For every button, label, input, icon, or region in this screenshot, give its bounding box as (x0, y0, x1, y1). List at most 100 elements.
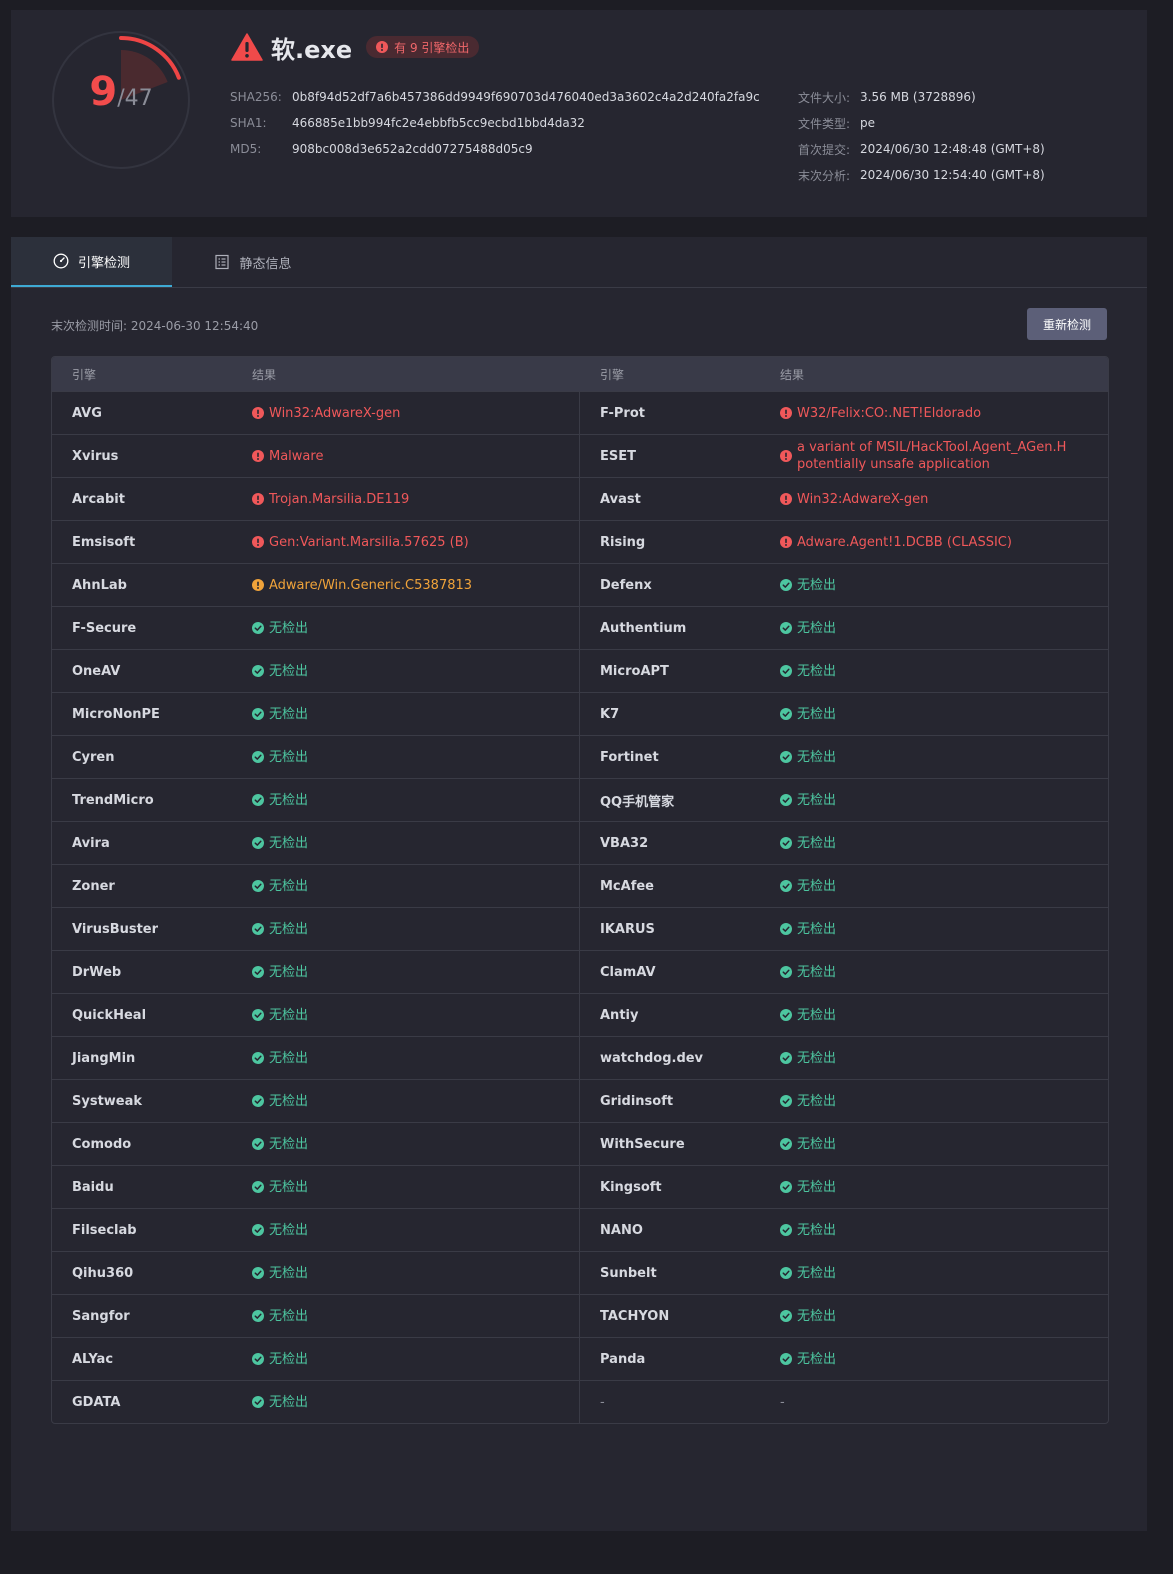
hash-label: SHA256: (230, 90, 282, 104)
engine-result-cell: Rising Adware.Agent!1.DCBB (CLASSIC) (580, 521, 1108, 563)
engine-name: Baidu (72, 1179, 114, 1195)
result-text: 无检出 (269, 1394, 309, 1410)
document-icon (215, 254, 230, 270)
engine-result: 无检出 (252, 1080, 579, 1122)
engine-name: Systweak (72, 1093, 143, 1109)
check-circle-icon (780, 751, 792, 763)
engine-name: F-Prot (600, 405, 645, 421)
engine-result: 无检出 (780, 865, 1108, 907)
engine-name: MicroAPT (600, 663, 669, 679)
tab-label: 引擎检测 (77, 255, 130, 271)
table-row: Zoner 无检出 McAfee 无检出 (52, 864, 1108, 907)
result-text: Trojan.Marsilia.DE119 (269, 491, 410, 507)
engine-name: NANO (600, 1222, 643, 1238)
engine-result-cell: Gridinsoft 无检出 (580, 1080, 1108, 1122)
result-text: 无检出 (797, 1351, 837, 1367)
table-row: Emsisoft Gen:Variant.Marsilia.57625 (B) Ri… (52, 520, 1108, 563)
engine-name: DrWeb (72, 964, 122, 980)
engine-result-cell: -- (580, 1381, 1108, 1423)
table-row: Filseclab 无检出 NANO 无检出 (52, 1208, 1108, 1251)
engine-name: Fortinet (600, 749, 659, 765)
engine-result: Adware/Win.Generic.C5387813 (252, 564, 579, 606)
engine-name: OneAV (72, 663, 121, 679)
check-circle-icon (252, 837, 264, 849)
recheck-button[interactable]: 重新检测 (1027, 308, 1107, 340)
check-circle-icon (780, 1224, 792, 1236)
check-circle-icon (252, 708, 264, 720)
engine-result-cell: Avira 无检出 (52, 822, 580, 864)
detail-panel: 引擎检测 静态信息 末次检测时间: 2024-06-30 12:54:40 重新… (11, 237, 1147, 1531)
hash-row-sha1: SHA1: 466885e1bb994fc2e4ebbfb5cc9ecbd1bb… (230, 110, 760, 136)
engine-result: 无检出 (780, 1338, 1108, 1380)
table-body: AVG Win32:AdwareX-gen F-Prot W32/Felix:CO:.… (52, 391, 1108, 1423)
check-circle-icon (252, 923, 264, 935)
engine-result-cell: Emsisoft Gen:Variant.Marsilia.57625 (B) (52, 521, 580, 563)
tab-static-info[interactable]: 静态信息 (173, 237, 333, 287)
tab-engine-detection[interactable]: 引擎检测 (11, 237, 172, 287)
table-row: Sangfor 无检出 TACHYON 无检出 (52, 1294, 1108, 1337)
engine-result: 无检出 (780, 650, 1108, 692)
check-circle-icon (780, 1009, 792, 1021)
hash-value[interactable]: 466885e1bb994fc2e4ebbfb5cc9ecbd1bbd4da32 (292, 116, 585, 130)
engine-result: Malware (252, 435, 579, 477)
engine-name: TACHYON (600, 1308, 670, 1324)
alert-circle-icon (780, 493, 792, 505)
engine-name: VBA32 (600, 835, 649, 851)
engine-result: 无检出 (252, 865, 579, 907)
engine-result: 无检出 (252, 1166, 579, 1208)
engine-result: a variant of MSIL/HackTool.Agent_AGen.H … (780, 435, 1108, 477)
table-row: Xvirus Malware ESET a variant of MSIL/HackT… (52, 434, 1108, 477)
engine-result: 无检出 (780, 736, 1108, 778)
file-size-row: 文件大小: 3.56 MB (3728896) (798, 84, 1045, 110)
hash-value[interactable]: 0b8f94d52df7a6b457386dd9949f690703d47604… (292, 90, 760, 104)
engine-result-cell: JiangMin 无检出 (52, 1037, 580, 1079)
engine-result: 无检出 (780, 908, 1108, 950)
result-text: 无检出 (269, 835, 309, 851)
engine-result-cell: AhnLab Adware/Win.Generic.C5387813 (52, 564, 580, 606)
result-text: 无检出 (269, 878, 309, 894)
engine-result: Trojan.Marsilia.DE119 (252, 478, 579, 520)
engine-result-cell: QuickHeal 无检出 (52, 994, 580, 1036)
detected-count: 9 (89, 69, 118, 115)
engine-result-cell: ESET a variant of MSIL/HackTool.Agent_AGe… (580, 435, 1108, 477)
engine-name: ESET (600, 448, 636, 464)
engine-name: K7 (600, 706, 620, 722)
engine-result: 无检出 (780, 607, 1108, 649)
table-row: F-Secure 无检出 Authentium 无检出 (52, 606, 1108, 649)
result-text: 无检出 (269, 663, 309, 679)
result-text: 无检出 (797, 577, 837, 593)
engine-results-table: 引擎 结果 引擎 结果 AVG Win32:AdwareX-gen F-Prot W3… (51, 356, 1109, 1424)
table-row: Cyren 无检出 Fortinet 无检出 (52, 735, 1108, 778)
result-text: 无检出 (797, 921, 837, 937)
result-text: 无检出 (269, 921, 309, 937)
result-text: 无检出 (269, 1351, 309, 1367)
engine-name: watchdog.dev (600, 1050, 704, 1066)
check-circle-icon (252, 751, 264, 763)
result-text: 无检出 (797, 1007, 837, 1023)
engine-name: Panda (600, 1351, 646, 1367)
check-circle-icon (252, 1052, 264, 1064)
engine-result: 无检出 (252, 1295, 579, 1337)
engine-result: 无检出 (780, 1123, 1108, 1165)
check-circle-icon (252, 1267, 264, 1279)
detection-badge: 有 9 引擎检出 (366, 36, 480, 58)
engine-result: 无检出 (780, 693, 1108, 735)
engine-result-cell: IKARUS 无检出 (580, 908, 1108, 950)
check-circle-icon (780, 1310, 792, 1322)
check-circle-icon (780, 923, 792, 935)
engine-name: QuickHeal (72, 1007, 147, 1023)
result-text: 无检出 (269, 964, 309, 980)
engine-result-cell: NANO 无检出 (580, 1209, 1108, 1251)
check-circle-icon (780, 579, 792, 591)
hash-value[interactable]: 908bc008d3e652a2cdd07275488d05c9 (292, 142, 533, 156)
table-row: TrendMicro 无检出 QQ手机管家 无检出 (52, 778, 1108, 821)
table-row: QuickHeal 无检出 Antiy 无检出 (52, 993, 1108, 1036)
result-text: 无检出 (269, 1050, 309, 1066)
check-circle-icon (780, 880, 792, 892)
engine-result-cell: MicroAPT 无检出 (580, 650, 1108, 692)
engine-result-cell: TrendMicro 无检出 (52, 779, 580, 821)
tab-bar: 引擎检测 静态信息 (11, 237, 1147, 288)
table-header: 引擎 结果 引擎 结果 (52, 357, 1108, 391)
engine-name: Cyren (72, 749, 115, 765)
engine-name: AhnLab (72, 577, 127, 593)
